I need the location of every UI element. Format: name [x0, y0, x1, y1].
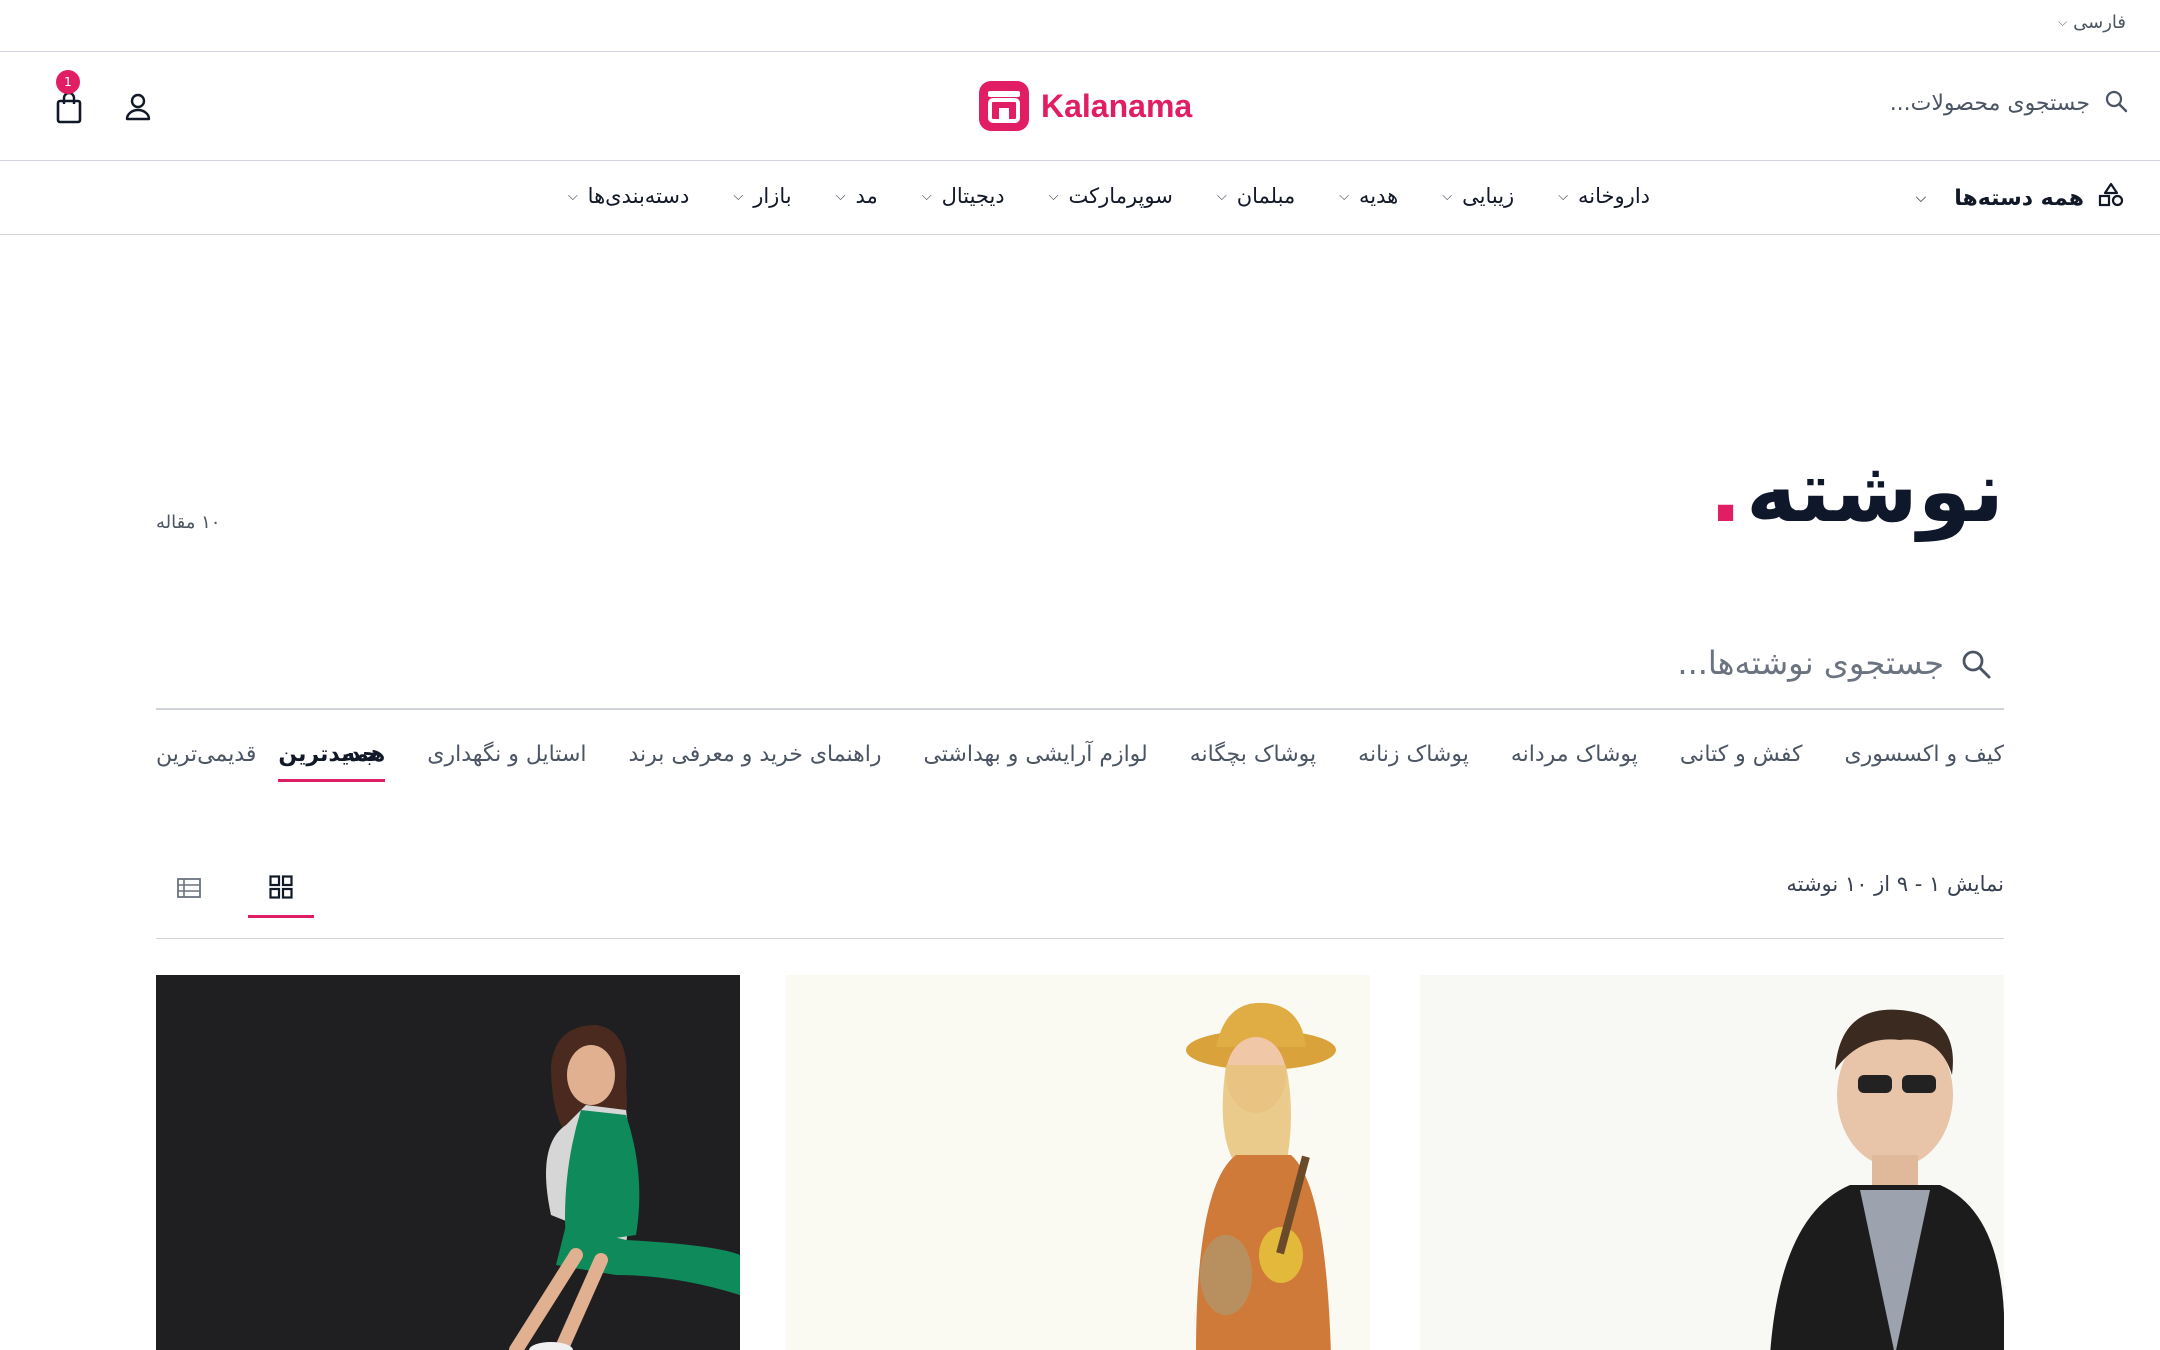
site-header: جستجوی محصولات... Kalanama 1 [0, 53, 2160, 161]
post-card-image[interactable] [786, 975, 1370, 1350]
category-filter-tabs: همه استایل و نگهداری راهنمای خرید و معرف… [341, 742, 2004, 782]
nav-item-label: بازار [753, 184, 792, 208]
tab-buying-guide[interactable]: راهنمای خرید و معرفی برند [629, 742, 882, 782]
language-label: فارسی [2073, 12, 2126, 33]
nav-item-supermarket[interactable]: سوپرمارکت ⌵ [1049, 184, 1173, 208]
tab-kids-clothing[interactable]: پوشاک بچگانه [1190, 742, 1316, 782]
chevron-down-icon: ⌵ [2058, 15, 2068, 29]
nav-item-label: دیجیتال [941, 184, 1005, 208]
nav-item-label: هدیه [1359, 184, 1399, 208]
chevron-down-icon: ⌵ [1915, 190, 1927, 206]
sort-oldest[interactable]: قدیمی‌ترین [156, 742, 256, 782]
search-icon [1960, 648, 1992, 684]
top-bar: ⌵ فارسی [0, 0, 2160, 52]
store-icon [979, 81, 1029, 131]
tab-womens-clothing[interactable]: پوشاک زنانه [1358, 742, 1469, 782]
post-card-image[interactable] [156, 975, 740, 1350]
product-search-placeholder: جستجوی محصولات... [1889, 90, 2090, 116]
nav-item-digital[interactable]: دیجیتال ⌵ [922, 184, 1005, 208]
chevron-down-icon: ⌵ [1048, 188, 1059, 204]
nav-menu: دسته‌بندی‌ها ⌵ بازار ⌵ مد ⌵ دیجیتال ⌵ سوپرما… [568, 184, 1650, 208]
tab-cosmetics[interactable]: لوازم آرایشی و بهداشتی [923, 742, 1147, 782]
nav-item-gift[interactable]: هدیه ⌵ [1339, 184, 1398, 208]
view-toggles [156, 862, 314, 918]
shopping-bag-icon [54, 91, 84, 129]
nav-item-categories[interactable]: دسته‌بندی‌ها ⌵ [568, 184, 690, 208]
language-selector[interactable]: ⌵ فارسی [2058, 12, 2126, 33]
shapes-icon [2098, 182, 2124, 214]
sort-newest[interactable]: جدیدترین [278, 742, 378, 782]
tab-style-care[interactable]: استایل و نگهداری [427, 742, 586, 782]
nav-item-label: دسته‌بندی‌ها [587, 184, 690, 208]
nav-item-fashion[interactable]: مد ⌵ [836, 184, 878, 208]
chevron-down-icon: ⌵ [921, 188, 932, 204]
woman-green-dress-image [509, 1025, 740, 1350]
search-icon [2104, 89, 2128, 117]
nav-item-label: داروخانه [1578, 184, 1650, 208]
nav-item-bazaar[interactable]: بازار ⌵ [733, 184, 791, 208]
all-categories-button[interactable]: همه دسته‌ها ⌵ [1916, 182, 2124, 214]
article-count: ۱۰ مقاله [156, 512, 221, 533]
nav-item-label: سوپرمارکت [1068, 184, 1173, 208]
results-summary: نمایش ۱ - ۹ از ۱۰ نوشته [1786, 872, 2004, 896]
chevron-down-icon: ⌵ [835, 188, 846, 204]
chevron-down-icon: ⌵ [1216, 188, 1227, 204]
tab-shoes-sneakers[interactable]: کفش و کتانی [1680, 742, 1803, 782]
nav-item-furniture[interactable]: مبلمان ⌵ [1217, 184, 1295, 208]
nav-item-label: مبلمان [1236, 184, 1296, 208]
grid-view-icon [269, 874, 293, 903]
post-search-placeholder: جستجوی نوشته‌ها... [1677, 644, 1944, 682]
site-logo[interactable]: Kalanama [979, 81, 1192, 131]
tab-bags-accessories[interactable]: کیف و اکسسوری [1844, 742, 2004, 782]
tab-mens-clothing[interactable]: پوشاک مردانه [1511, 742, 1638, 782]
post-card-image[interactable] [1420, 975, 2004, 1350]
page-title-text: نوشته [1745, 442, 2004, 542]
nav-item-pharmacy[interactable]: داروخانه ⌵ [1558, 184, 1650, 208]
product-search[interactable]: جستجوی محصولات... [1890, 89, 2128, 117]
sort-tabs: جدیدترین قدیمی‌ترین [156, 742, 378, 782]
cart-count-badge: 1 [56, 70, 80, 94]
page-title-dot: . [1709, 442, 1742, 542]
nav-item-beauty[interactable]: زیبایی ⌵ [1442, 184, 1514, 208]
grid-view-button[interactable] [248, 862, 314, 918]
man-leather-jacket-image [1770, 1009, 2004, 1350]
chevron-down-icon: ⌵ [1339, 188, 1350, 204]
list-view-icon [177, 878, 201, 902]
nav-item-label: مد [855, 184, 878, 208]
all-categories-label: همه دسته‌ها [1954, 185, 2084, 211]
chevron-down-icon: ⌵ [1442, 188, 1453, 204]
list-view-button[interactable] [156, 862, 222, 918]
user-icon [124, 93, 152, 126]
logo-text: Kalanama [1041, 87, 1193, 124]
chevron-down-icon: ⌵ [1558, 188, 1569, 204]
cart-button[interactable] [54, 91, 84, 125]
category-nav: همه دسته‌ها ⌵ دسته‌بندی‌ها ⌵ بازار ⌵ مد ⌵ د… [0, 162, 2160, 235]
woman-hat-ukulele-image [1186, 1002, 1336, 1350]
chevron-down-icon: ⌵ [733, 188, 744, 204]
nav-item-label: زیبایی [1462, 184, 1515, 208]
account-button[interactable] [124, 92, 152, 122]
post-search-input[interactable]: جستجوی نوشته‌ها... [156, 632, 2004, 710]
results-divider [156, 938, 2004, 939]
page-title: نوشته. [1709, 442, 2004, 542]
chevron-down-icon: ⌵ [567, 188, 578, 204]
